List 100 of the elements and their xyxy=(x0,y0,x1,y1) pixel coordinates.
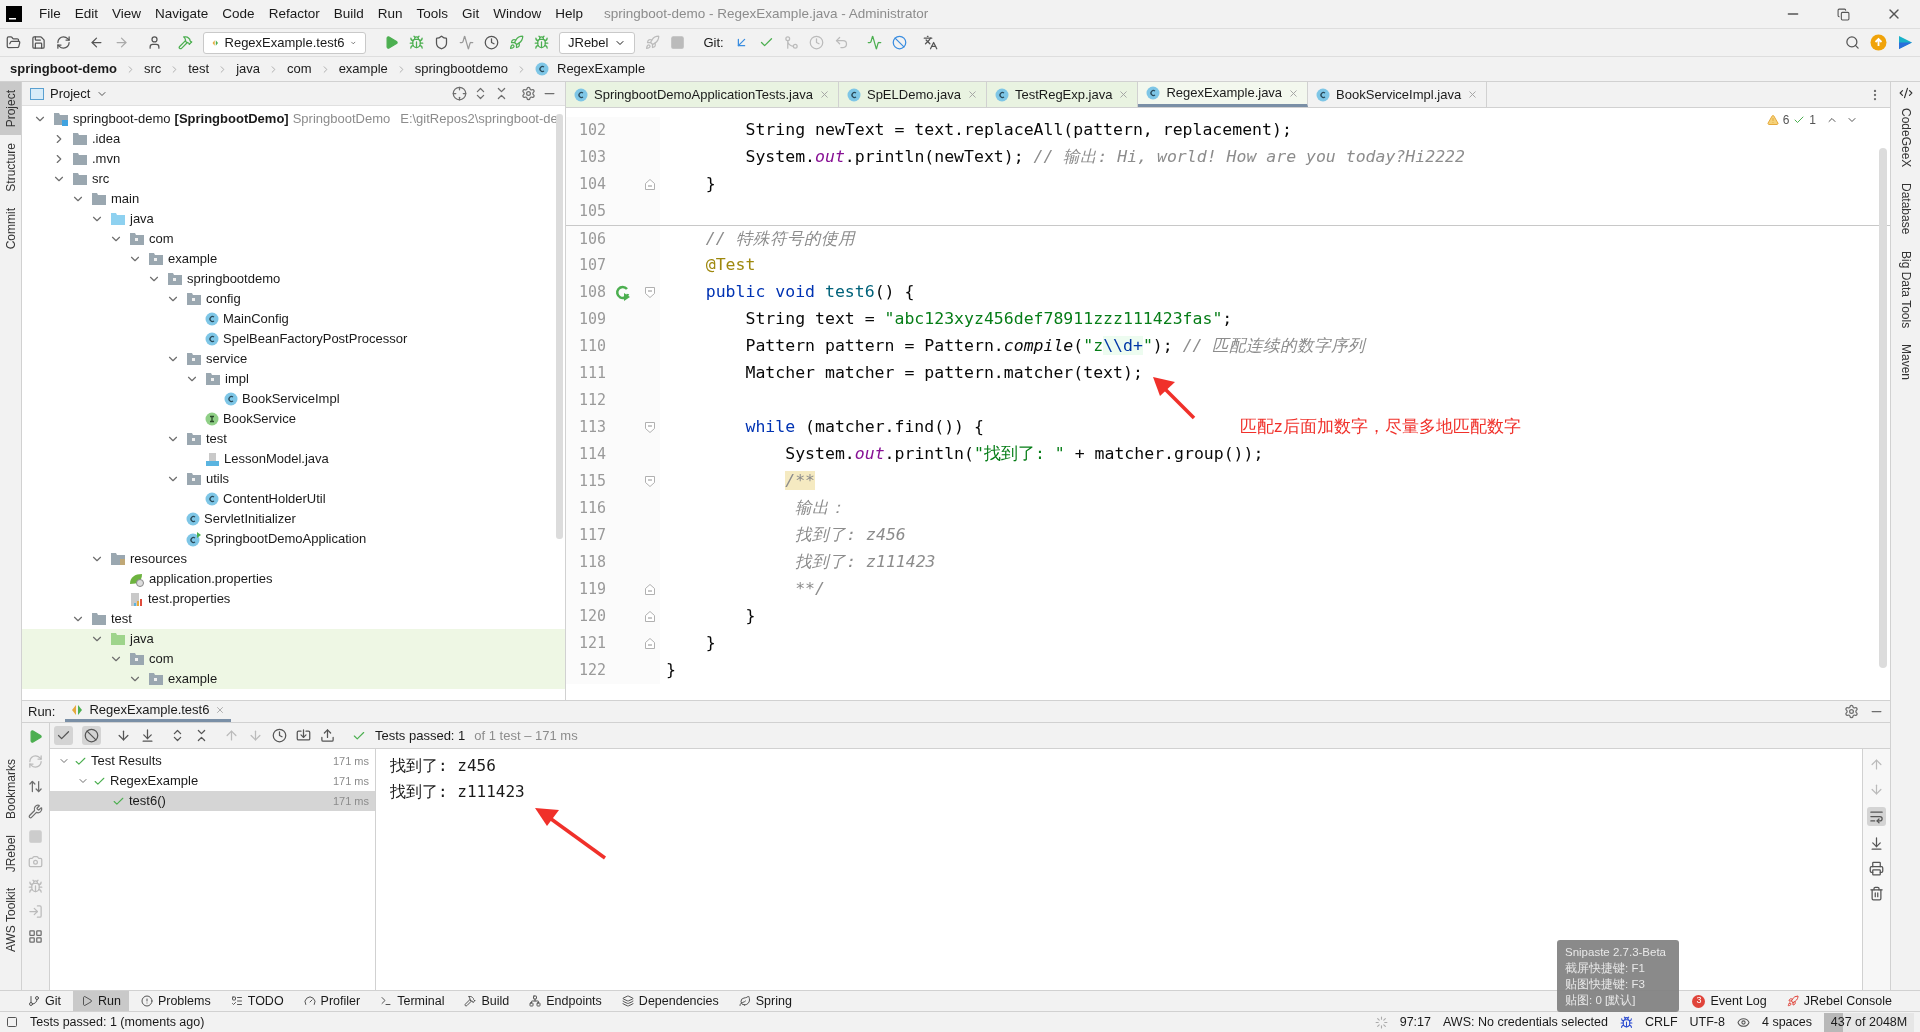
run-test-icon[interactable] xyxy=(615,284,631,301)
fold-marker-icon[interactable] xyxy=(645,287,655,298)
tree-item-label[interactable]: config xyxy=(206,289,241,309)
rocket-icon[interactable] xyxy=(509,35,524,50)
menu-item[interactable]: Build xyxy=(326,3,371,25)
run-tab[interactable]: RegexExample.test6 xyxy=(65,701,232,722)
line-separator[interactable]: CRLF xyxy=(1644,1012,1678,1032)
fold-marker-icon[interactable] xyxy=(645,422,655,433)
caret-position[interactable]: 97:17 xyxy=(1399,1012,1431,1032)
tree-item-label[interactable]: example xyxy=(168,669,218,689)
memory-indicator[interactable]: 437 of 2048M xyxy=(1824,1012,1914,1032)
tool-window-button[interactable]: Terminal xyxy=(372,991,453,1011)
bug-icon[interactable] xyxy=(534,35,549,50)
shield-icon[interactable] xyxy=(434,35,449,50)
tool-window-tab[interactable]: Commit xyxy=(0,200,21,258)
breadcrumb[interactable]: com xyxy=(287,59,312,79)
tool-window-button[interactable]: Run xyxy=(73,991,129,1011)
layout-icon[interactable] xyxy=(28,929,43,944)
trash-icon[interactable] xyxy=(1869,886,1884,901)
tree-item-label[interactable]: test xyxy=(206,429,227,449)
bug-icon[interactable] xyxy=(409,35,424,50)
play-icon[interactable] xyxy=(28,729,43,744)
tool-window-button[interactable]: Dependencies xyxy=(613,991,727,1011)
tree-item-label[interactable]: MainConfig xyxy=(223,309,289,329)
tree-item-label[interactable]: service xyxy=(206,349,248,369)
activity-icon[interactable] xyxy=(866,35,882,50)
tree-item-label[interactable]: BookService xyxy=(223,409,296,429)
run-configuration-dropdown[interactable]: RegexExample.test6 xyxy=(203,31,366,54)
scroll-to-end-icon[interactable] xyxy=(1869,836,1884,851)
editor-tab[interactable]: SpELDemo.java xyxy=(838,82,987,107)
tool-window-tab[interactable]: CodeGeeX xyxy=(1891,100,1920,176)
breadcrumb[interactable]: test xyxy=(188,59,210,79)
tool-window-button[interactable]: Profiler xyxy=(295,991,369,1011)
menu-item[interactable]: Window xyxy=(486,3,549,25)
tree-item-label[interactable]: BookServiceImpl xyxy=(242,389,340,409)
fold-marker-icon[interactable] xyxy=(645,638,655,649)
breadcrumb[interactable]: java xyxy=(236,59,261,79)
tree-item-label[interactable]: springboot-demo xyxy=(73,109,171,129)
fold-marker-icon[interactable] xyxy=(645,584,655,595)
tree-item-label[interactable]: com xyxy=(149,649,174,669)
clock-icon[interactable] xyxy=(484,35,499,50)
locate-icon[interactable] xyxy=(452,86,467,101)
fold-marker-icon[interactable] xyxy=(645,611,655,622)
code-icon[interactable] xyxy=(1898,86,1913,100)
editor-tab[interactable]: RegexExample.java xyxy=(1138,82,1309,107)
breadcrumb[interactable]: RegexExample xyxy=(557,59,646,79)
print-icon[interactable] xyxy=(1869,861,1884,876)
tree-item-label[interactable]: utils xyxy=(206,469,230,489)
aws-status[interactable]: AWS: No credentials selected xyxy=(1443,1012,1608,1032)
search-icon[interactable] xyxy=(1845,35,1860,50)
scrollbar[interactable] xyxy=(556,114,563,539)
tree-item-label[interactable]: java xyxy=(130,209,154,229)
fold-marker-icon[interactable] xyxy=(645,179,655,190)
test-tree-row[interactable]: test6() 171 ms xyxy=(50,791,375,811)
show-passed-toggle[interactable] xyxy=(54,726,73,745)
check-icon[interactable] xyxy=(1793,114,1806,126)
tree-item-label[interactable]: java xyxy=(130,629,154,649)
panel-title[interactable]: Project xyxy=(50,83,91,104)
tool-window-tab[interactable]: Bookmarks xyxy=(0,750,21,827)
passed-count[interactable]: 1 xyxy=(1809,111,1816,129)
menu-item[interactable]: Run xyxy=(370,3,410,25)
wrench-icon[interactable] xyxy=(28,804,43,819)
tool-window-button[interactable]: Endpoints xyxy=(521,991,610,1011)
save-icon[interactable] xyxy=(31,35,46,50)
tool-window-button[interactable]: TODO xyxy=(222,991,292,1011)
tree-item-label[interactable]: application.properties xyxy=(149,569,273,589)
tree-item-label[interactable]: src xyxy=(92,169,110,189)
tree-item-label[interactable]: ServletInitializer xyxy=(204,509,296,529)
panel-toggle-icon[interactable] xyxy=(6,1016,18,1028)
translate-icon[interactable] xyxy=(922,35,938,50)
menu-item[interactable]: File xyxy=(32,3,68,25)
tree-item-label[interactable]: .idea xyxy=(92,129,121,149)
plugin-logo[interactable] xyxy=(1897,34,1914,51)
menu-item[interactable]: Edit xyxy=(67,3,106,25)
tree-item-label[interactable]: com xyxy=(149,229,174,249)
menu-item[interactable]: Help xyxy=(548,3,591,25)
settings-icon[interactable] xyxy=(1844,704,1859,719)
menu-item[interactable]: Git xyxy=(455,3,487,25)
menu-item[interactable]: Tools xyxy=(409,3,455,25)
menu-item[interactable]: View xyxy=(105,3,149,25)
tool-window-button[interactable]: Build xyxy=(456,991,518,1011)
breadcrumb[interactable]: springboot-demo xyxy=(10,59,117,79)
tree-item-label[interactable]: main xyxy=(111,189,140,209)
tree-item-label[interactable]: springbootdemo xyxy=(187,269,281,289)
tree-item-label[interactable]: resources xyxy=(130,549,188,569)
tool-window-tab[interactable]: Project xyxy=(0,82,21,136)
tool-window-button[interactable]: Git xyxy=(20,991,69,1011)
tool-window-tab[interactable]: Big Data Tools xyxy=(1891,242,1920,336)
scrollbar[interactable] xyxy=(1879,148,1887,668)
event-log-button[interactable]: 3 Event Log xyxy=(1684,991,1775,1011)
history-icon[interactable] xyxy=(272,728,287,743)
tool-window-tab[interactable]: Database xyxy=(1891,175,1920,243)
tool-window-tab[interactable]: Maven xyxy=(1891,335,1920,388)
tree-item-label[interactable]: SpelBeanFactoryPostProcessor xyxy=(223,329,408,349)
tree-item-label[interactable]: ContentHolderUtil xyxy=(223,489,326,509)
tree-item-label[interactable]: test.properties xyxy=(148,589,231,609)
soft-wrap-toggle[interactable] xyxy=(1867,807,1886,826)
indent-setting[interactable]: 4 spaces xyxy=(1761,1012,1812,1032)
tool-window-tab[interactable]: AWS Toolkit xyxy=(0,879,21,960)
jrebel-console-button[interactable]: JRebel Console xyxy=(1778,991,1900,1011)
